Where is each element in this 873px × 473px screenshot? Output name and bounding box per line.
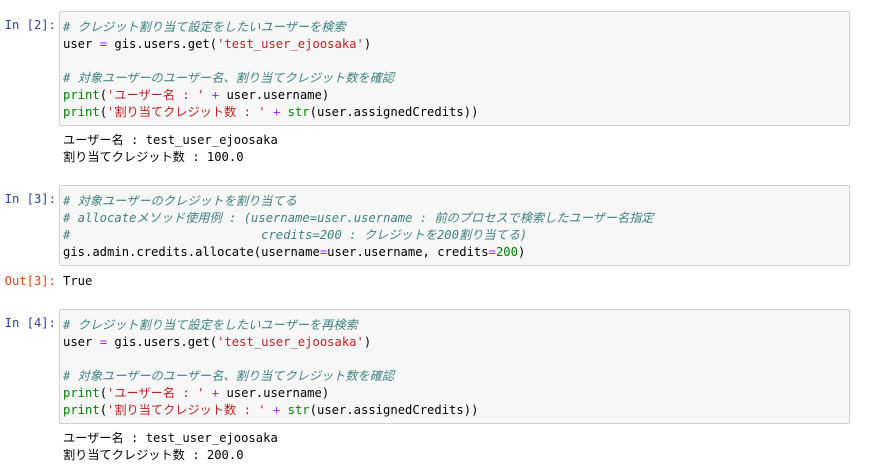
code-editor[interactable]: # クレジット割り当て設定をしたいユーザーを検索 user = gis.user…	[59, 11, 850, 126]
code-line: user = gis.users.get('test_user_ejoosaka…	[63, 36, 845, 53]
code-token: (	[99, 386, 108, 400]
code-line: print('割り当てクレジット数 : ' + str(user.assigne…	[63, 402, 845, 419]
code-token: str	[287, 105, 310, 119]
input-prompt: In [4]:	[4, 316, 56, 330]
code-token: 'ユーザー名 : '	[107, 88, 205, 102]
code-token: print	[63, 88, 100, 102]
output-line: 割り当てクレジット数 : 100.0	[63, 150, 244, 164]
code-token: # allocateメソッド使用例 : (username=user.usern…	[63, 211, 654, 225]
code-token: '割り当てクレジット数 : '	[107, 403, 266, 417]
code-line: # credits=200 : クレジットを200割り当てる)	[63, 227, 845, 244]
code-token: (user.assignedCredits))	[309, 105, 479, 119]
code-editor[interactable]: # クレジット割り当て設定をしたいユーザーを再検索 user = gis.use…	[59, 309, 850, 424]
code-token: user.username)	[219, 88, 330, 102]
code-token: # credits=200 : クレジットを200割り当てる)	[63, 228, 528, 242]
code-token: str	[287, 403, 310, 417]
code-token: +	[211, 386, 220, 400]
code-line: print('割り当てクレジット数 : ' + str(user.assigne…	[63, 104, 845, 121]
code-token: 'test_user_ejoosaka'	[217, 335, 364, 349]
code-token: =	[99, 37, 108, 51]
code-token: # 対象ユーザーのユーザー名、割り当てクレジット数を確認	[63, 71, 395, 85]
code-token: )	[517, 245, 526, 259]
code-token: (	[99, 105, 108, 119]
code-token: user	[63, 37, 100, 51]
output-line: ユーザー名 : test_user_ejoosaka	[63, 133, 278, 147]
code-line: # クレジット割り当て設定をしたいユーザーを検索	[63, 19, 845, 36]
code-editor[interactable]: # 対象ユーザーのクレジットを割り当てる # allocateメソッド使用例 :…	[59, 185, 850, 266]
code-token: gis.users.get(	[107, 335, 218, 349]
code-token: print	[63, 403, 100, 417]
code-token: gis.users.get(	[107, 37, 218, 51]
output-prompt: Out[3]:	[4, 274, 56, 288]
code-line: print('ユーザー名 : ' + user.username)	[63, 87, 845, 104]
code-token: user.username, credits	[327, 245, 489, 259]
code-token: (	[99, 88, 108, 102]
code-token: 200	[495, 245, 518, 259]
code-token: =	[488, 245, 496, 259]
notebook-page: { "cells": [ { "prompt": "In [2]:", "cod…	[0, 0, 873, 473]
code-token: # クレジット割り当て設定をしたいユーザーを再検索	[63, 318, 358, 332]
output-line: ユーザー名 : test_user_ejoosaka	[63, 431, 278, 445]
code-token: 'test_user_ejoosaka'	[217, 37, 364, 51]
input-prompt: In [3]:	[4, 192, 56, 206]
cell-output: ユーザー名 : test_user_ejoosaka 割り当てクレジット数 : …	[63, 132, 278, 166]
code-token: =	[99, 335, 108, 349]
code-line: # allocateメソッド使用例 : (username=user.usern…	[63, 210, 845, 227]
code-token: # 対象ユーザーのクレジットを割り当てる	[63, 194, 297, 208]
code-token: user.username)	[219, 386, 330, 400]
cell-output: True	[63, 273, 92, 290]
code-token: '割り当てクレジット数 : '	[107, 105, 266, 119]
code-line: # 対象ユーザーのユーザー名、割り当てクレジット数を確認	[63, 70, 845, 87]
code-line: print('ユーザー名 : ' + user.username)	[63, 385, 845, 402]
code-token: # クレジット割り当て設定をしたいユーザーを検索	[63, 20, 346, 34]
code-token: (user.assignedCredits))	[309, 403, 479, 417]
cell-output: ユーザー名 : test_user_ejoosaka 割り当てクレジット数 : …	[63, 430, 278, 464]
code-token: user	[63, 335, 100, 349]
code-token: )	[363, 335, 372, 349]
output-line: True	[63, 274, 93, 288]
code-token: 'ユーザー名 : '	[107, 386, 205, 400]
code-line: # クレジット割り当て設定をしたいユーザーを再検索	[63, 317, 845, 334]
output-line: 割り当てクレジット数 : 200.0	[63, 448, 244, 462]
code-token: +	[211, 88, 220, 102]
code-line: user = gis.users.get('test_user_ejoosaka…	[63, 334, 845, 351]
code-token: (	[99, 403, 108, 417]
code-token: )	[363, 37, 372, 51]
code-token: gis.admin.credits.allocate(username	[63, 245, 320, 259]
code-line: # 対象ユーザーのクレジットを割り当てる	[63, 193, 845, 210]
code-token: print	[63, 105, 100, 119]
code-line: gis.admin.credits.allocate(username =user…	[63, 244, 845, 261]
code-line: # 対象ユーザーのユーザー名、割り当てクレジット数を確認	[63, 368, 845, 385]
code-token: print	[63, 386, 100, 400]
code-token: # 対象ユーザーのユーザー名、割り当てクレジット数を確認	[63, 369, 395, 383]
input-prompt: In [2]:	[4, 18, 56, 32]
